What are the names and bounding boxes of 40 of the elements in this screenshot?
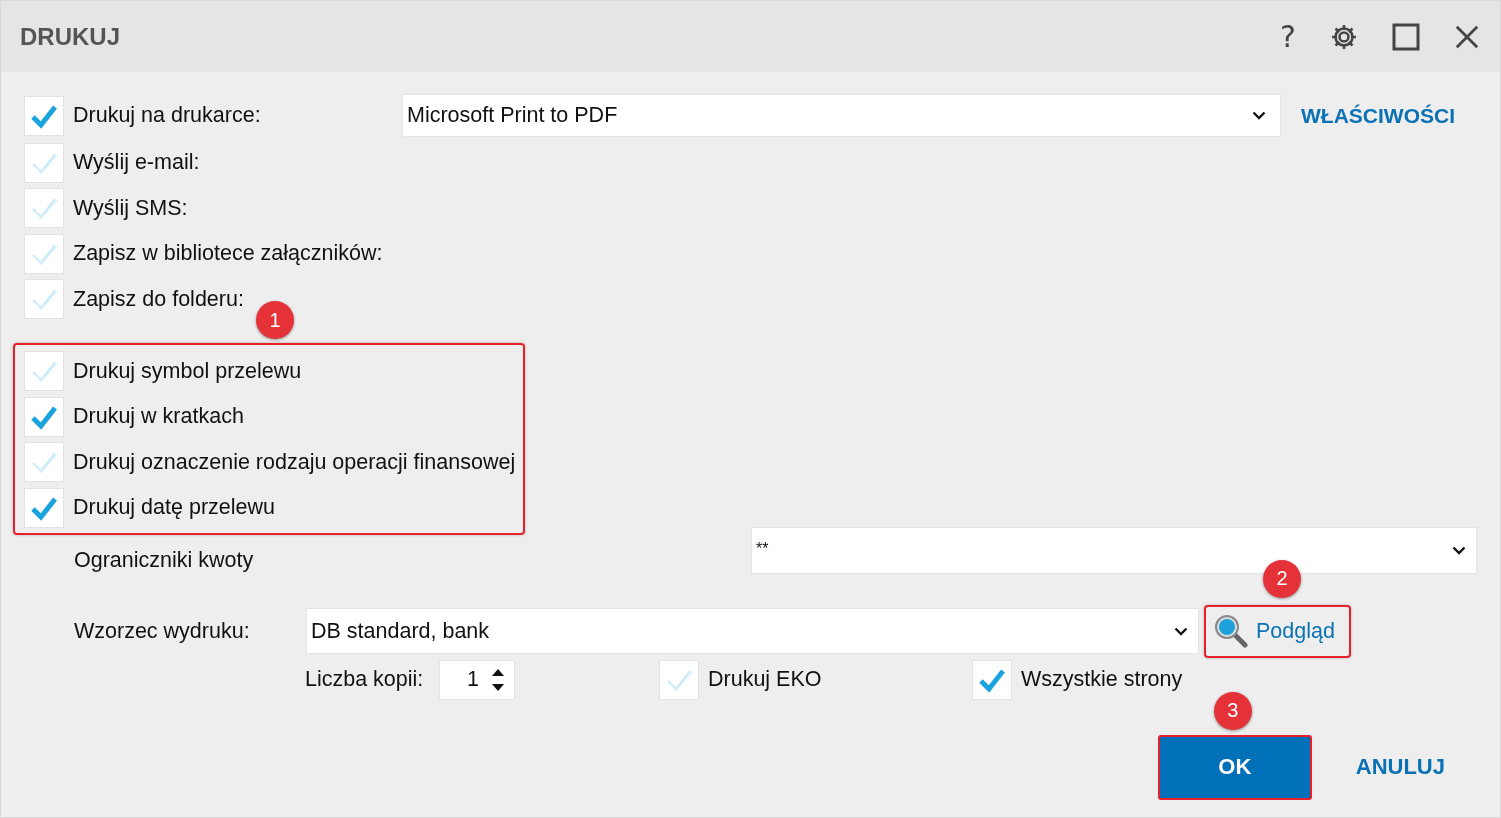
ok-button[interactable]: OK (1157, 734, 1312, 800)
window-title: DRUKUJ (20, 22, 120, 51)
checkbox-label: Drukuj symbol przelewu (73, 358, 302, 384)
template-dropdown[interactable]: DB standard, bank (306, 608, 1199, 654)
checkbox-label: Zapisz do folderu: (73, 286, 244, 312)
checkbox-label: Drukuj w kratkach (73, 404, 244, 429)
checkbox[interactable] (24, 279, 64, 319)
settings-icon[interactable] (1330, 22, 1358, 51)
checkbox[interactable] (24, 95, 64, 136)
step-number-badge: 3 (1213, 691, 1252, 730)
checkbox-label: Drukuj EKO (708, 667, 822, 692)
checkbox[interactable] (24, 396, 64, 437)
checkbox[interactable] (24, 142, 64, 183)
properties-link[interactable]: WŁAŚCIWOŚCI (1301, 103, 1455, 128)
printer-dropdown[interactable]: Microsoft Print to PDF (402, 94, 1281, 137)
magnifier-icon (1214, 614, 1248, 648)
preview-button[interactable]: Podgląd (1204, 604, 1351, 658)
checkbox[interactable] (24, 442, 64, 482)
checkbox-label: Drukuj datę przelewu (73, 495, 275, 520)
checkbox-label: Wszystkie strony (1021, 667, 1183, 692)
checkbox-label: Drukuj oznaczenie rodzaju operacji finansowej (73, 449, 516, 475)
checkbox[interactable] (24, 233, 64, 274)
help-button[interactable]: ? (1280, 19, 1296, 54)
checkbox-label: Zapisz w bibliotece załączników: (73, 241, 383, 266)
checkbox-label: Wyślij SMS: (73, 195, 188, 221)
checkbox-label: Drukuj na drukarce: (73, 103, 261, 128)
checkbox-label: Wyślij e-mail: (73, 150, 200, 175)
field-label: Wzorzec wydruku: (73, 618, 251, 644)
checkbox[interactable] (24, 188, 64, 228)
copies-spinner[interactable]: 1 (439, 659, 515, 700)
checkbox[interactable] (24, 351, 64, 391)
step-number-badge: 1 (256, 301, 294, 339)
field-label: Ograniczniki kwoty (73, 547, 255, 573)
field-label: Liczba kopii: (305, 667, 425, 692)
maximize-icon[interactable] (1392, 22, 1420, 51)
checkbox[interactable] (24, 487, 64, 528)
close-icon[interactable] (1454, 23, 1480, 50)
checkbox[interactable] (659, 659, 699, 700)
checkbox[interactable] (972, 659, 1012, 700)
cancel-button[interactable]: ANULUJ (1355, 754, 1445, 780)
